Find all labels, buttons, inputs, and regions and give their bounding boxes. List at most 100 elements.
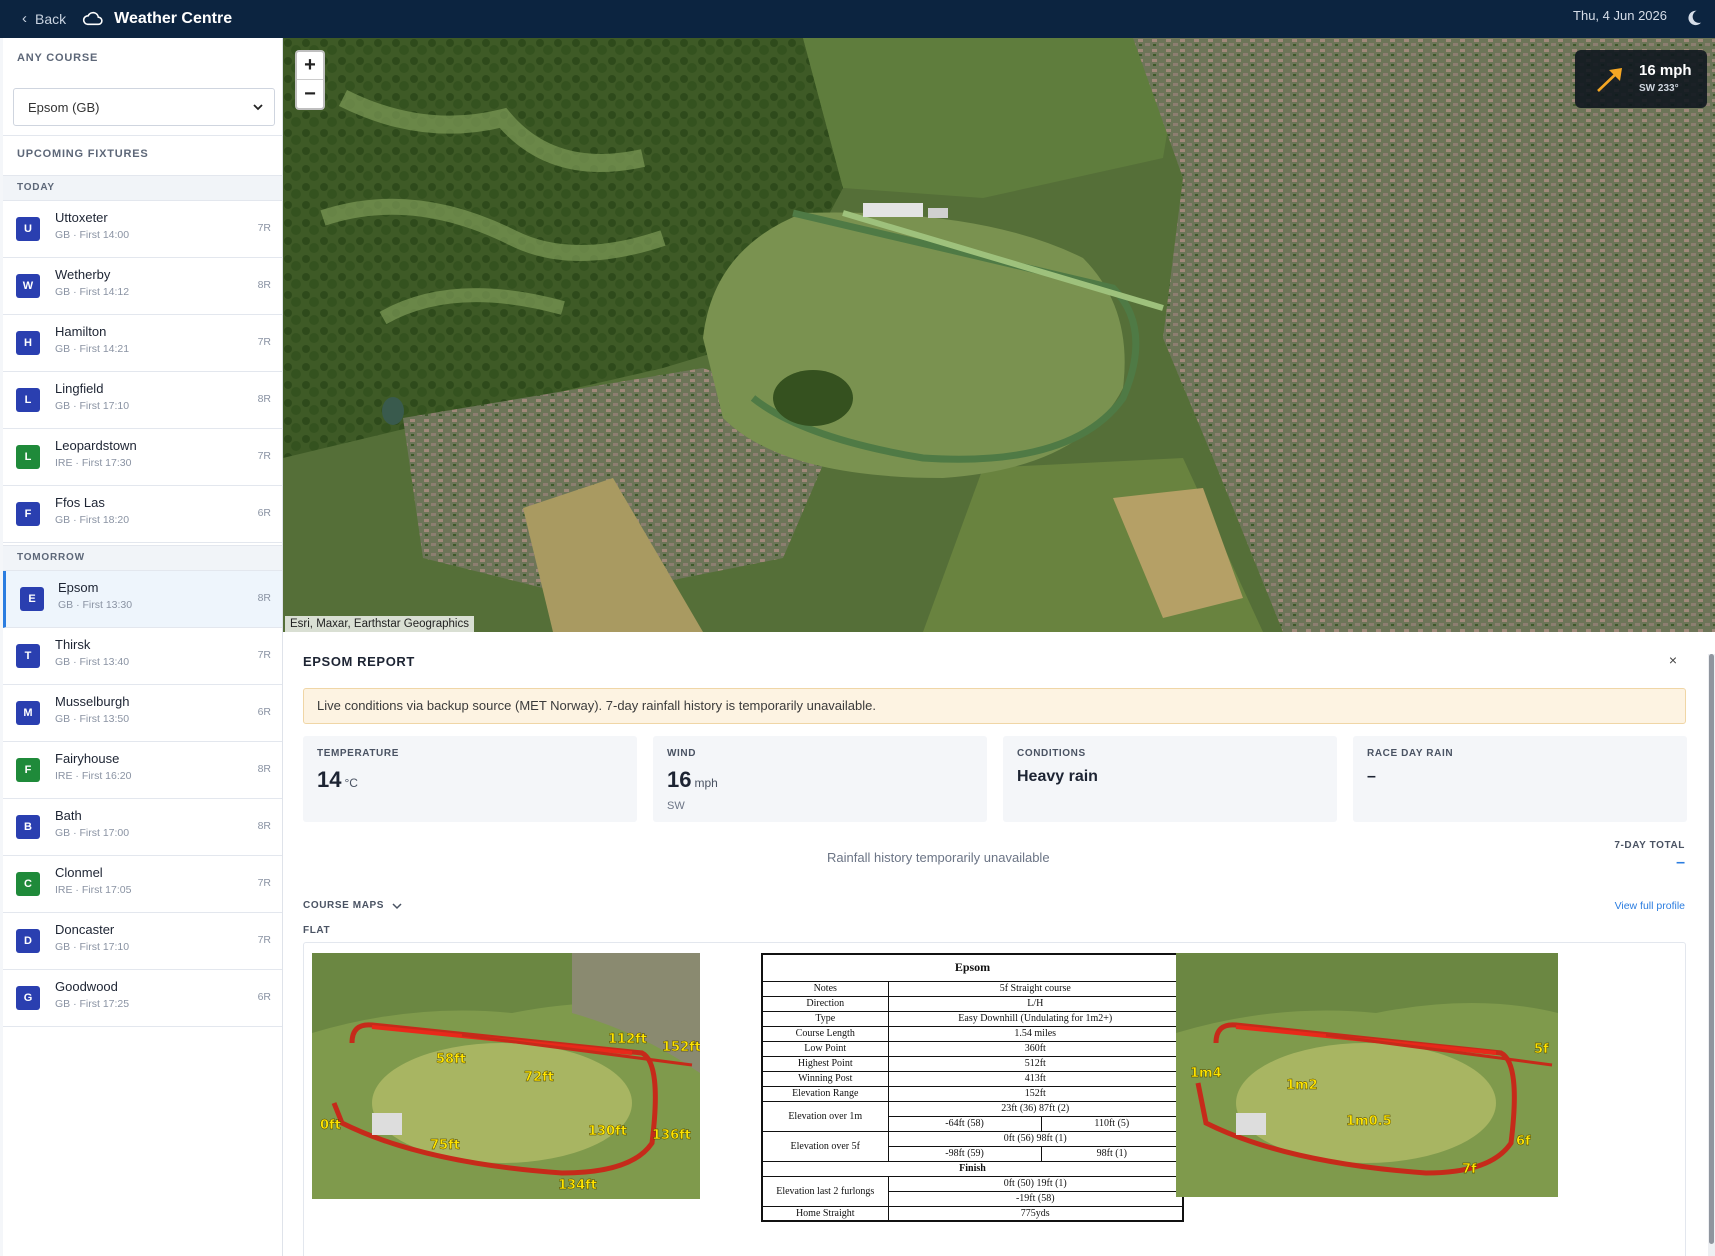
fixture-first-race: GB · First 18:20 (55, 514, 130, 526)
wind-card: WIND 16 mph SW (653, 736, 987, 822)
zoom-in-button[interactable]: + (297, 52, 323, 80)
fixture-name: Clonmel (55, 865, 103, 880)
table-cell: Direction (761, 995, 889, 1012)
fixture-first-race: GB · First 13:50 (55, 713, 130, 725)
seven-day-total-label: 7-DAY TOTAL (1614, 840, 1685, 851)
backup-source-notice: Live conditions via backup source (MET N… (303, 688, 1686, 724)
table-cell: 5f Straight course (887, 980, 1184, 997)
fixture-race-count: 7R (257, 336, 271, 348)
table-cell: 23ft (36) 87ft (2) (887, 1100, 1184, 1117)
course-initial-badge: T (16, 644, 40, 668)
map-label: 0ft (320, 1118, 341, 1133)
table-cell: Finish (761, 1160, 1184, 1177)
map-label: 1m4 (1190, 1066, 1222, 1081)
table-cell: Notes (761, 980, 889, 997)
fixture-bath[interactable]: B Bath GB · First 17:00 8R (3, 799, 282, 856)
conditions-label: CONDITIONS (1017, 748, 1086, 759)
conditions-value: Heavy rain (1017, 768, 1098, 785)
scrollbar-thumb[interactable] (1709, 654, 1714, 1244)
report-title: EPSOM REPORT (303, 654, 415, 669)
fixture-race-count: 7R (257, 222, 271, 234)
temperature-card: TEMPERATURE 14 °C (303, 736, 637, 822)
course-initial-badge: F (16, 758, 40, 782)
fixture-epsom[interactable]: E Epsom GB · First 13:30 8R (3, 571, 282, 628)
table-cell: 775yds (887, 1205, 1184, 1222)
fixture-name: Musselburgh (55, 694, 130, 709)
race-day-rain-card: RACE DAY RAIN – (1353, 736, 1687, 822)
fixture-thirsk[interactable]: T Thirsk GB · First 13:40 7R (3, 628, 282, 685)
elevation-table: Epsom Notes 5f Straight course Direction L/H… (761, 953, 1184, 1222)
wind-direction: SW 233° (1639, 83, 1679, 94)
map-label: 1m0.5 (1346, 1114, 1392, 1129)
fixture-first-race: GB · First 17:10 (55, 400, 130, 412)
zoom-out-button[interactable]: − (297, 80, 323, 108)
fixture-goodwood[interactable]: G Goodwood GB · First 17:25 6R (3, 970, 282, 1027)
table-cell: 152ft (887, 1085, 1184, 1102)
fixture-first-race: GB · First 13:30 (58, 599, 133, 611)
table-row: Epsom (761, 953, 1184, 982)
close-report-button[interactable]: × (1669, 652, 1677, 668)
fixture-first-race: GB · First 13:40 (55, 656, 130, 668)
race-day-rain-value: – (1367, 768, 1376, 785)
table-cell: Elevation Range (761, 1085, 889, 1102)
fixture-first-race: GB · First 14:12 (55, 286, 130, 298)
course-initial-badge: W (16, 274, 40, 298)
course-initial-badge: C (16, 872, 40, 896)
fixture-race-count: 7R (257, 450, 271, 462)
view-full-profile-link[interactable]: View full profile (1615, 900, 1685, 912)
map-label: 112ft (608, 1032, 647, 1047)
fixture-musselburgh[interactable]: M Musselburgh GB · First 13:50 6R (3, 685, 282, 742)
fixture-clonmel[interactable]: C Clonmel IRE · First 17:05 7R (3, 856, 282, 913)
fixture-name: Epsom (58, 580, 99, 595)
fixture-name: Leopardstown (55, 438, 137, 453)
any-course-label: ANY COURSE (17, 52, 99, 64)
fixture-race-count: 8R (257, 279, 271, 291)
moon-icon[interactable] (1685, 9, 1703, 27)
map-label: 136ft (652, 1128, 691, 1143)
table-title: Epsom (761, 953, 1184, 982)
fixture-first-race: GB · First 14:21 (55, 343, 130, 355)
fixture-uttoxeter[interactable]: U Uttoxeter GB · First 14:00 7R (3, 201, 282, 258)
table-row: Direction L/H (761, 995, 1184, 1012)
table-cell: 0ft (56) 98ft (1) (887, 1130, 1184, 1147)
fixture-race-count: 8R (257, 820, 271, 832)
back-label: Back (35, 11, 67, 27)
chevron-left-icon: ‹ (22, 9, 27, 27)
table-row: Winning Post 413ft (761, 1070, 1184, 1087)
table-cell: 512ft (887, 1055, 1184, 1072)
course-elevation-map-image[interactable]: 58ft 72ft 112ft 152ft 0ft 75ft 130ft 136… (312, 953, 700, 1199)
rainfall-unavailable-text: Rainfall history temporarily unavailable (827, 850, 1050, 865)
table-cell: 0ft (50) 19ft (1) (887, 1175, 1184, 1192)
fixture-lingfield[interactable]: L Lingfield GB · First 17:10 8R (3, 372, 282, 429)
course-maps-toggle[interactable]: COURSE MAPS (303, 900, 402, 911)
temperature-value: 14 °C (317, 767, 358, 793)
table-cell: Elevation over 1m (761, 1100, 889, 1132)
fixture-fairyhouse[interactable]: F Fairyhouse IRE · First 16:20 8R (3, 742, 282, 799)
fixture-race-count: 8R (257, 592, 271, 604)
satellite-map[interactable]: + − 16 mph SW 233° Esri, Maxar, Earthsta… (283, 38, 1715, 632)
fixture-first-race: GB · First 17:25 (55, 998, 130, 1010)
course-select[interactable]: Epsom (GB) (13, 88, 275, 126)
wind-speed: 16 mph (1639, 62, 1692, 79)
table-cell: Elevation last 2 furlongs (761, 1175, 889, 1207)
course-initial-badge: H (16, 331, 40, 355)
fixture-wetherby[interactable]: W Wetherby GB · First 14:12 8R (3, 258, 282, 315)
table-cell: -19ft (58) (887, 1190, 1184, 1207)
fixture-name: Bath (55, 808, 82, 823)
course-maps-panel: 58ft 72ft 112ft 152ft 0ft 75ft 130ft 136… (303, 942, 1686, 1256)
course-initial-badge: B (16, 815, 40, 839)
fixture-ffos-las[interactable]: F Ffos Las GB · First 18:20 6R (3, 486, 282, 543)
table-cell: -98ft (59) (887, 1145, 1042, 1162)
back-button[interactable]: ‹ Back (22, 9, 67, 28)
course-distance-map-image[interactable]: 5f 1m4 1m2 1m0.5 6f 7f (1176, 953, 1558, 1197)
table-row: Course Length 1.54 miles (761, 1025, 1184, 1042)
table-cell: 110ft (5) (1040, 1115, 1184, 1132)
table-cell: Home Straight (761, 1205, 889, 1222)
seven-day-total-value: – (1676, 854, 1685, 871)
sidebar: ANY COURSE Epsom (GB) UPCOMING FIXTURES … (3, 38, 283, 1256)
fixture-doncaster[interactable]: D Doncaster GB · First 17:10 7R (3, 913, 282, 970)
fixture-leopardstown[interactable]: L Leopardstown IRE · First 17:30 7R (3, 429, 282, 486)
fixture-hamilton[interactable]: H Hamilton GB · First 14:21 7R (3, 315, 282, 372)
fixture-race-count: 8R (257, 393, 271, 405)
course-initial-badge: M (16, 701, 40, 725)
